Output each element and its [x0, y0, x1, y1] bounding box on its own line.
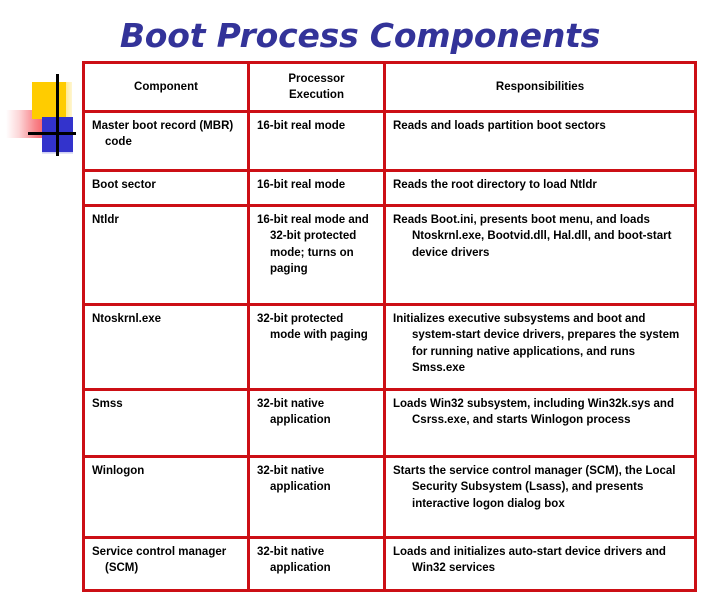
- table-row: Ntoskrnl.exe 32-bit protected mode with …: [82, 303, 697, 391]
- cell-component: Ntoskrnl.exe: [82, 303, 250, 391]
- cell-processor: 32-bit native application: [247, 536, 386, 592]
- table-row: Smss 32-bit native application Loads Win…: [82, 388, 697, 458]
- table-row: Boot sector 16-bit real mode Reads the r…: [82, 169, 697, 207]
- table-row: Winlogon 32-bit native application Start…: [82, 455, 697, 539]
- cell-responsibilities: Reads and loads partition boot sectors: [383, 110, 697, 172]
- cell-responsibilities: Starts the service control manager (SCM)…: [383, 455, 697, 539]
- cell-processor: 16-bit real mode: [247, 110, 386, 172]
- slide-decoration: [0, 60, 90, 170]
- table-header: Component Processor Execution Responsibi…: [82, 61, 697, 113]
- table-row: Ntldr 16-bit real mode and 32-bit protec…: [82, 204, 697, 306]
- table-body: Master boot record (MBR) code 16-bit rea…: [82, 110, 697, 592]
- table-header-row: Component Processor Execution Responsibi…: [82, 61, 697, 113]
- column-header-responsibilities: Responsibilities: [383, 61, 697, 113]
- cell-component: Boot sector: [82, 169, 250, 207]
- table-row: Service control manager (SCM) 32-bit nat…: [82, 536, 697, 592]
- cell-processor: 32-bit native application: [247, 455, 386, 539]
- cell-responsibilities: Loads and initializes auto-start device …: [383, 536, 697, 592]
- column-header-processor-line2: Execution: [289, 89, 344, 101]
- cell-processor: 16-bit real mode and 32-bit protected mo…: [247, 204, 386, 306]
- vertical-rule: [56, 74, 59, 156]
- cell-component: Winlogon: [82, 455, 250, 539]
- page-title: Boot Process Components: [119, 16, 601, 55]
- cell-component: Smss: [82, 388, 250, 458]
- cell-processor: 16-bit real mode: [247, 169, 386, 207]
- horizontal-rule: [28, 132, 76, 135]
- cell-processor: 32-bit native application: [247, 388, 386, 458]
- column-header-processor-line1: Processor: [288, 72, 345, 85]
- table-row: Master boot record (MBR) code 16-bit rea…: [82, 110, 697, 172]
- cell-responsibilities: Initializes executive subsystems and boo…: [383, 303, 697, 391]
- cell-responsibilities: Reads the root directory to load Ntldr: [383, 169, 697, 207]
- cell-responsibilities: Reads Boot.ini, presents boot menu, and …: [383, 204, 697, 306]
- cell-component: Ntldr: [82, 204, 250, 306]
- cell-responsibilities: Loads Win32 subsystem, including Win32k.…: [383, 388, 697, 458]
- column-header-processor-execution: Processor Execution: [247, 61, 386, 113]
- column-header-component: Component: [82, 61, 250, 113]
- cell-component: Master boot record (MBR) code: [82, 110, 250, 172]
- cell-component: Service control manager (SCM): [82, 536, 250, 592]
- boot-process-components-table: Component Processor Execution Responsibi…: [82, 61, 697, 592]
- cell-processor: 32-bit protected mode with paging: [247, 303, 386, 391]
